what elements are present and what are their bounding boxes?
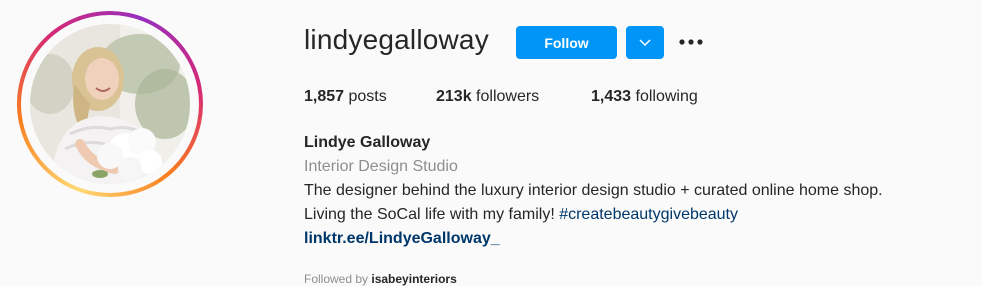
bio-line-2: Living the SoCal life with my family! #c… <box>304 203 883 227</box>
profile-full-name: Lindye Galloway <box>304 134 431 151</box>
follow-button[interactable]: Follow <box>516 26 617 59</box>
followed-by-prefix: Followed by <box>304 272 372 286</box>
more-options-button[interactable] <box>676 30 708 54</box>
followers-label: followers <box>476 88 540 105</box>
bio-external-link[interactable]: linktr.ee/LindyeGalloway_ <box>304 230 500 247</box>
following-stat[interactable]: 1,433 following <box>591 88 698 106</box>
bio-line-1: The designer behind the luxury interior … <box>304 182 883 199</box>
bio-hashtag-link[interactable]: #createbeautygivebeauty <box>559 206 738 223</box>
suggested-accounts-dropdown-button[interactable] <box>626 26 664 59</box>
following-label: following <box>635 88 698 105</box>
followed-by[interactable]: Followed by isabeyinteriors <box>304 272 457 286</box>
followers-stat[interactable]: 213k followers <box>436 88 539 106</box>
posts-count: 1,857 <box>304 88 345 105</box>
profile-avatar-ring[interactable] <box>17 11 203 197</box>
avatar-ring-gap <box>21 15 199 193</box>
followers-count: 213k <box>436 88 472 105</box>
posts-stat: 1,857 posts <box>304 88 387 106</box>
avatar-image <box>30 24 190 184</box>
bio-line-2-text: Living the SoCal life with my family! <box>304 206 560 223</box>
profile-category: Interior Design Studio <box>304 158 458 175</box>
chevron-down-icon <box>639 38 651 46</box>
avatar[interactable] <box>30 24 190 184</box>
following-count: 1,433 <box>591 88 632 105</box>
posts-label: posts <box>348 88 387 105</box>
followed-by-user: isabeyinteriors <box>371 272 457 286</box>
profile-bio: Lindye Galloway Interior Design Studio T… <box>304 131 883 251</box>
profile-username: lindyegalloway <box>304 24 489 55</box>
more-options-icon <box>679 39 703 45</box>
